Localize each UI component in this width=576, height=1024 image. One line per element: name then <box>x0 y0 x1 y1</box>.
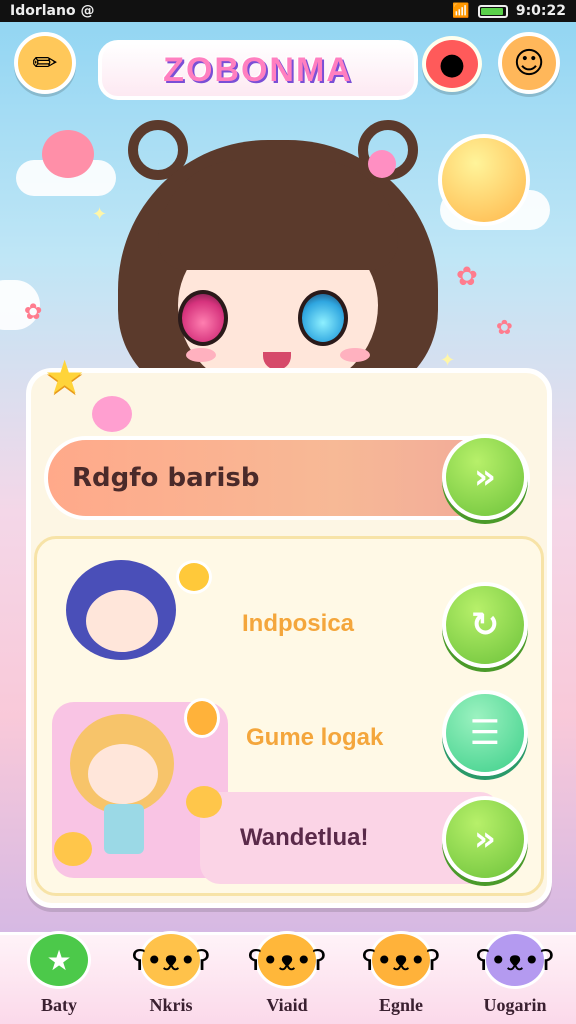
pencil-button[interactable]: ✏ <box>14 32 76 94</box>
character-face <box>86 590 158 652</box>
right-eye <box>298 290 348 346</box>
nav-label: Viaid <box>266 995 308 1015</box>
star-icon: ★ <box>44 350 86 404</box>
forward-icon: » <box>474 457 496 497</box>
bear-icon: ʕ•ᴥ•ʔ <box>362 931 440 989</box>
bottom-nav: ★ Baty ʕ•ᴥ•ʔ Nkris ʕ•ᴥ•ʔ Viaid ʕ•ᴥ•ʔ Egn… <box>0 931 576 1024</box>
character-face <box>88 744 158 804</box>
header: ✏ ZOBONMA ● ☺ <box>0 30 576 110</box>
option-label-2: Gume logak <box>246 724 384 751</box>
pink-blob-icon <box>42 130 94 178</box>
status-bar: Idorlano @ 📶 9:0:22 <box>0 0 576 22</box>
bear-icon: ʕ•ᴥ•ʔ <box>248 931 326 989</box>
smiley-icon: ☺ <box>513 45 545 81</box>
blush <box>340 348 370 362</box>
nav-item-viaid[interactable]: ʕ•ᴥ•ʔ Viaid <box>232 931 342 1024</box>
blush <box>186 348 216 362</box>
smiley-balloon-icon <box>438 134 530 226</box>
balloon-icon <box>184 698 220 738</box>
bear-pet-icon <box>186 786 222 818</box>
bangs <box>158 160 398 270</box>
status-left: Idorlano @ <box>10 3 95 19</box>
nav-label: Uogarin <box>483 995 547 1015</box>
option-label-3: Wandetlua! <box>240 824 369 851</box>
bear-icon: ʕ•ᴥ•ʔ <box>132 931 210 989</box>
option-label-1: Indposica <box>242 610 355 637</box>
bear-pet-icon <box>54 832 92 866</box>
forward-icon: » <box>474 819 496 859</box>
sparkle-icon: ✦ <box>92 204 108 225</box>
speech-bubble-icon <box>176 560 212 594</box>
refresh-icon: ↻ <box>470 605 500 645</box>
brush-glyph: ● <box>438 46 466 82</box>
primary-bar-label: Rdgfo barisb <box>72 463 260 493</box>
nav-label: Nkris <box>149 995 193 1015</box>
nav-label: Egnle <box>378 995 423 1015</box>
nav-item-nkris[interactable]: ʕ•ᴥ•ʔ Nkris <box>116 931 226 1024</box>
flower-icon: ✿ <box>456 262 478 292</box>
nav-item-uogarin[interactable]: ʕ•ᴥ•ʔ Uogarin <box>460 931 570 1024</box>
nav-item-egnle[interactable]: ʕ•ᴥ•ʔ Egnle <box>346 931 456 1024</box>
nav-label: Baty <box>41 995 77 1015</box>
profile-button[interactable]: ☺ <box>498 32 560 94</box>
star-icon: ★ <box>27 931 91 989</box>
option-button-2[interactable]: ☰ <box>442 690 528 776</box>
nav-item-baty[interactable]: ★ Baty <box>4 931 114 1024</box>
battery-icon <box>477 4 508 18</box>
primary-go-button[interactable]: » <box>442 434 528 520</box>
app-logo: ZOBONMA <box>98 40 418 100</box>
flower-icon: ✿ <box>496 315 513 339</box>
pencil-icon: ✏ <box>32 45 58 81</box>
flower-icon: ✿ <box>24 300 43 325</box>
option-button-3[interactable]: » <box>442 796 528 882</box>
hair-clip-icon <box>368 150 396 178</box>
menu-icon: ☰ <box>469 713 501 753</box>
status-time: 9:0:22 <box>515 3 566 19</box>
character-dress <box>104 804 144 854</box>
option-button-1[interactable]: ↻ <box>442 582 528 668</box>
signal-icon: 📶 <box>452 3 470 19</box>
paint-icon[interactable]: ● <box>422 36 482 92</box>
bear-icon: ʕ•ᴥ•ʔ <box>476 931 554 989</box>
left-eye <box>178 290 228 346</box>
pink-pet-icon <box>92 396 132 432</box>
